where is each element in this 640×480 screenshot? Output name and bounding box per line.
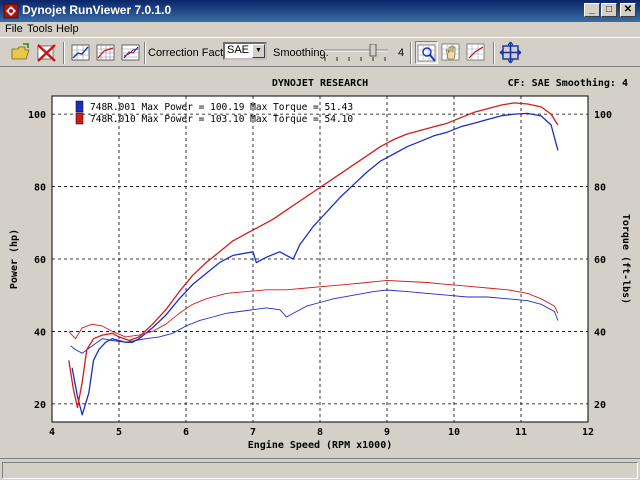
toolbar-separator	[63, 42, 65, 64]
menu-file[interactable]: File	[5, 23, 23, 35]
legend-entry-run2: 748R.010 Max Power = 103.10 Max Torque =…	[90, 114, 353, 125]
x-tick-label: 11	[515, 427, 527, 438]
cursor-icon	[466, 43, 485, 61]
chart-header-title: DYNOJET RESEARCH	[272, 78, 368, 89]
y-tick-label: 100	[28, 110, 46, 121]
graph-view-icon	[71, 44, 90, 61]
crosshair-button[interactable]	[499, 41, 522, 64]
delete-run-button[interactable]	[35, 41, 58, 64]
dynojet-app-icon	[3, 3, 19, 19]
x-tick-label: 4	[49, 427, 55, 438]
x-axis-ticks: 4 5 6 7 8 9 10 11 12	[49, 427, 594, 438]
y-axis-ticks: 20 40 60 80 100	[28, 110, 46, 411]
x-tick-label: 7	[250, 427, 256, 438]
y2-tick-label: 40	[594, 327, 606, 338]
y-tick-label: 80	[34, 183, 46, 194]
y-axis-label: Power (hp)	[9, 229, 20, 289]
cursor-button[interactable]	[465, 41, 488, 64]
smoothing-slider-track	[324, 43, 388, 61]
title-bar: Dynojet RunViewer 7.0.1.0 _ □ ✕	[0, 0, 640, 22]
graph-grid-icon	[96, 44, 115, 61]
x-tick-label: 9	[384, 427, 390, 438]
delete-run-icon	[37, 44, 56, 62]
x-tick-label: 8	[317, 427, 323, 438]
smoothing-slider[interactable]	[322, 43, 392, 62]
graph-bars-icon	[121, 44, 140, 61]
legend-entry-run1: 748R.001 Max Power = 100.19 Max Torque =…	[90, 102, 353, 113]
y2-tick-label: 20	[594, 400, 606, 411]
maximize-button[interactable]: □	[601, 3, 617, 17]
smoothing-value: 4	[398, 47, 405, 59]
smoothing-slider-thumb[interactable]	[369, 43, 377, 57]
toolbar-separator	[493, 42, 495, 64]
x-tick-label: 12	[582, 427, 594, 438]
toolbar-separator	[410, 42, 412, 64]
y-tick-label: 40	[34, 327, 46, 338]
crosshair-icon	[499, 41, 522, 64]
y2-tick-label: 60	[594, 255, 606, 266]
status-pane	[2, 462, 638, 479]
x-tick-label: 10	[448, 427, 460, 438]
smoothing-label: Smoothing:	[273, 47, 329, 59]
chart-header-info: CF: SAE Smoothing: 4	[508, 77, 628, 89]
menu-bar: File Tools Help	[0, 22, 640, 37]
x-tick-label: 5	[116, 427, 122, 438]
graph-grid-button[interactable]	[94, 41, 117, 64]
close-button[interactable]: ✕	[620, 3, 636, 17]
menu-tools[interactable]: Tools	[27, 23, 53, 35]
y-tick-label: 20	[34, 400, 46, 411]
dyno-chart-panel: DYNOJET RESEARCH CF: SAE Smoothing: 4 4 5…	[4, 74, 636, 456]
window-title: Dynojet RunViewer 7.0.1.0	[22, 3, 172, 17]
y2-tick-label: 80	[594, 183, 606, 194]
open-button[interactable]	[9, 41, 32, 64]
graph-bars-button[interactable]	[119, 41, 142, 64]
legend-swatch-run1	[75, 100, 84, 113]
status-bar	[0, 458, 640, 480]
open-folder-icon	[11, 43, 30, 60]
zoom-icon	[417, 44, 436, 62]
correction-factor-select[interactable]: SAE ▼	[223, 42, 267, 60]
y2-axis-ticks: 20 40 60 80 100	[594, 110, 612, 411]
correction-factor-value: SAE	[227, 44, 250, 56]
x-axis-label: Engine Speed (RPM x1000)	[248, 439, 393, 451]
toolbar: Correction Factor: SAE ▼ Smoothing: 4	[0, 37, 640, 67]
legend-swatch-run2	[75, 112, 84, 125]
dyno-chart[interactable]: DYNOJET RESEARCH CF: SAE Smoothing: 4 4 5…	[4, 74, 636, 456]
toolbar-separator	[144, 42, 146, 64]
x-tick-label: 6	[183, 427, 189, 438]
menu-help[interactable]: Help	[56, 23, 79, 35]
y2-tick-label: 100	[594, 110, 612, 121]
pan-hand-icon	[441, 43, 460, 61]
y-tick-label: 60	[34, 255, 46, 266]
y2-axis-label: Torque (ft-lbs)	[620, 214, 631, 304]
minimize-button[interactable]: _	[584, 3, 600, 17]
zoom-button[interactable]	[415, 41, 438, 64]
pan-button[interactable]	[440, 41, 463, 64]
chevron-down-icon[interactable]: ▼	[252, 44, 265, 58]
graph-view-button[interactable]	[69, 41, 92, 64]
